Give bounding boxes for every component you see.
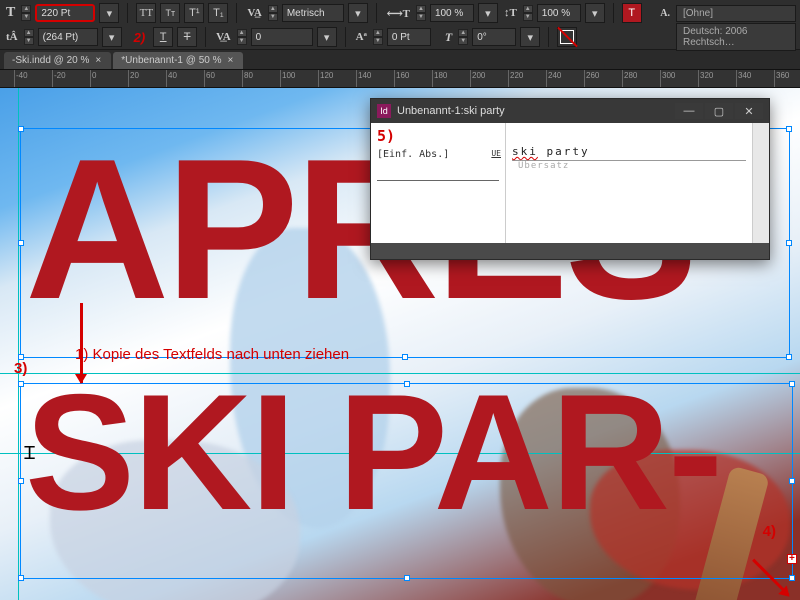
skew-dropdown[interactable]: ▾ bbox=[520, 27, 540, 47]
story-h-scrollbar[interactable] bbox=[371, 243, 769, 259]
control-panel: T ▲▼ 220 Pt ▾ TT Tᴛ T¹ T₁ VA̲ ▲▼ Metrisc… bbox=[0, 0, 800, 50]
kerning-icon: VA̲ bbox=[245, 7, 263, 19]
close-icon[interactable]: × bbox=[227, 55, 233, 66]
char-style-field[interactable]: [Ohne] bbox=[676, 5, 796, 22]
story-overset-marker: UE bbox=[491, 149, 501, 158]
leading-dropdown[interactable]: ▾ bbox=[102, 27, 122, 47]
font-size-field[interactable]: 220 Pt bbox=[35, 4, 95, 22]
story-paragraph-style: [Einf. Abs.] bbox=[377, 149, 499, 160]
baseline-icon: Aª bbox=[354, 31, 369, 43]
overset-out-port[interactable] bbox=[787, 554, 797, 564]
hscale-icon: ⟷T bbox=[385, 7, 412, 20]
small-caps-icon[interactable]: Tᴛ bbox=[160, 3, 180, 23]
font-size-dropdown[interactable]: ▾ bbox=[99, 3, 119, 23]
leading-icon: tÂ bbox=[4, 31, 20, 43]
underline-icon[interactable]: T bbox=[153, 27, 173, 47]
baseline-stepper[interactable]: ▲▼ bbox=[373, 29, 383, 45]
hscale-dropdown[interactable]: ▾ bbox=[478, 3, 498, 23]
story-overset-label: Übersatz bbox=[512, 161, 746, 171]
tab-document-2[interactable]: *Unbenannt-1 @ 50 % × bbox=[113, 52, 243, 69]
kerning-stepper[interactable]: ▲▼ bbox=[268, 5, 278, 21]
stroke-swatch-icon[interactable] bbox=[557, 27, 577, 47]
all-caps-icon[interactable]: TT bbox=[136, 3, 156, 23]
font-size-icon: T bbox=[4, 5, 17, 21]
tracking-stepper[interactable]: ▲▼ bbox=[237, 29, 247, 45]
kerning-field[interactable]: Metrisch bbox=[282, 4, 344, 22]
story-editor-body: 5) [Einf. Abs.] UE ski party Übersatz bbox=[371, 123, 769, 243]
vscale-field[interactable]: 100 % bbox=[537, 4, 581, 22]
annotation-5: 5) bbox=[377, 127, 499, 145]
font-size-stepper[interactable]: ▲▼ bbox=[21, 5, 31, 21]
text-cursor-icon: Ꮖ bbox=[24, 443, 36, 464]
subscript-icon[interactable]: T₁ bbox=[208, 3, 228, 23]
annotation-4: 4) bbox=[763, 523, 776, 540]
minimize-button[interactable]: — bbox=[675, 103, 703, 119]
story-editor-window[interactable]: Id Unbenannt-1:ski party — ▢ ✕ 5) [Einf.… bbox=[370, 98, 770, 260]
baseline-field[interactable]: 0 Pt bbox=[387, 28, 431, 46]
headline-text-2: SKI PAR- bbox=[25, 378, 721, 527]
tracking-icon: V͟A bbox=[214, 31, 232, 43]
tab-label: -Ski.indd @ 20 % bbox=[12, 55, 89, 66]
document-tabs: -Ski.indd @ 20 % × *Unbenannt-1 @ 50 % × bbox=[0, 50, 800, 70]
hscale-stepper[interactable]: ▲▼ bbox=[416, 5, 426, 21]
guide-vertical[interactable] bbox=[18, 88, 19, 600]
skew-field[interactable]: 0° bbox=[472, 28, 516, 46]
leading-stepper[interactable]: ▲▼ bbox=[24, 29, 34, 45]
vscale-icon: ↕T bbox=[502, 7, 519, 19]
annotation-1: 1) Kopie des Textfelds nach unten ziehen bbox=[75, 346, 349, 363]
story-text-column[interactable]: ski party Übersatz bbox=[506, 123, 753, 243]
annotation-arrow-down bbox=[80, 303, 83, 383]
language-field[interactable]: Deutsch: 2006 Rechtsch… bbox=[676, 23, 796, 51]
story-text-content[interactable]: ski party bbox=[512, 145, 746, 158]
document-canvas[interactable]: APRES SKI PAR- Ꮖ 1) Kopie des Textfelds … bbox=[0, 88, 800, 600]
leading-field[interactable]: (264 Pt) bbox=[38, 28, 98, 46]
hscale-field[interactable]: 100 % bbox=[430, 4, 474, 22]
superscript-icon[interactable]: T¹ bbox=[184, 3, 204, 23]
vscale-dropdown[interactable]: ▾ bbox=[585, 3, 605, 23]
close-icon[interactable]: × bbox=[95, 55, 101, 66]
indesign-icon: Id bbox=[377, 104, 391, 118]
annotation-2: 2) bbox=[134, 30, 146, 45]
skew-stepper[interactable]: ▲▼ bbox=[458, 29, 468, 45]
horizontal-ruler[interactable]: -60-40-200204060801001201401601802002202… bbox=[0, 70, 800, 88]
vscale-stepper[interactable]: ▲▼ bbox=[523, 5, 533, 21]
close-button[interactable]: ✕ bbox=[735, 103, 763, 119]
tracking-dropdown[interactable]: ▾ bbox=[317, 27, 337, 47]
tracking-field[interactable]: 0 bbox=[251, 28, 313, 46]
kerning-dropdown[interactable]: ▾ bbox=[348, 3, 368, 23]
maximize-button[interactable]: ▢ bbox=[705, 103, 733, 119]
story-editor-title: Unbenannt-1:ski party bbox=[397, 105, 505, 117]
fill-swatch-icon[interactable]: T bbox=[622, 3, 642, 23]
char-style-label: A. bbox=[658, 8, 672, 19]
story-scrollbar[interactable] bbox=[753, 123, 769, 243]
story-styles-column[interactable]: 5) [Einf. Abs.] UE bbox=[371, 123, 506, 243]
annotation-3: 3) bbox=[14, 360, 27, 377]
strikethrough-icon[interactable]: T bbox=[177, 27, 197, 47]
tab-label: *Unbenannt-1 @ 50 % bbox=[121, 55, 221, 66]
tab-document-1[interactable]: -Ski.indd @ 20 % × bbox=[4, 52, 111, 69]
story-editor-titlebar[interactable]: Id Unbenannt-1:ski party — ▢ ✕ bbox=[371, 99, 769, 123]
skew-icon: T bbox=[443, 30, 454, 45]
story-statusbar bbox=[371, 243, 769, 259]
